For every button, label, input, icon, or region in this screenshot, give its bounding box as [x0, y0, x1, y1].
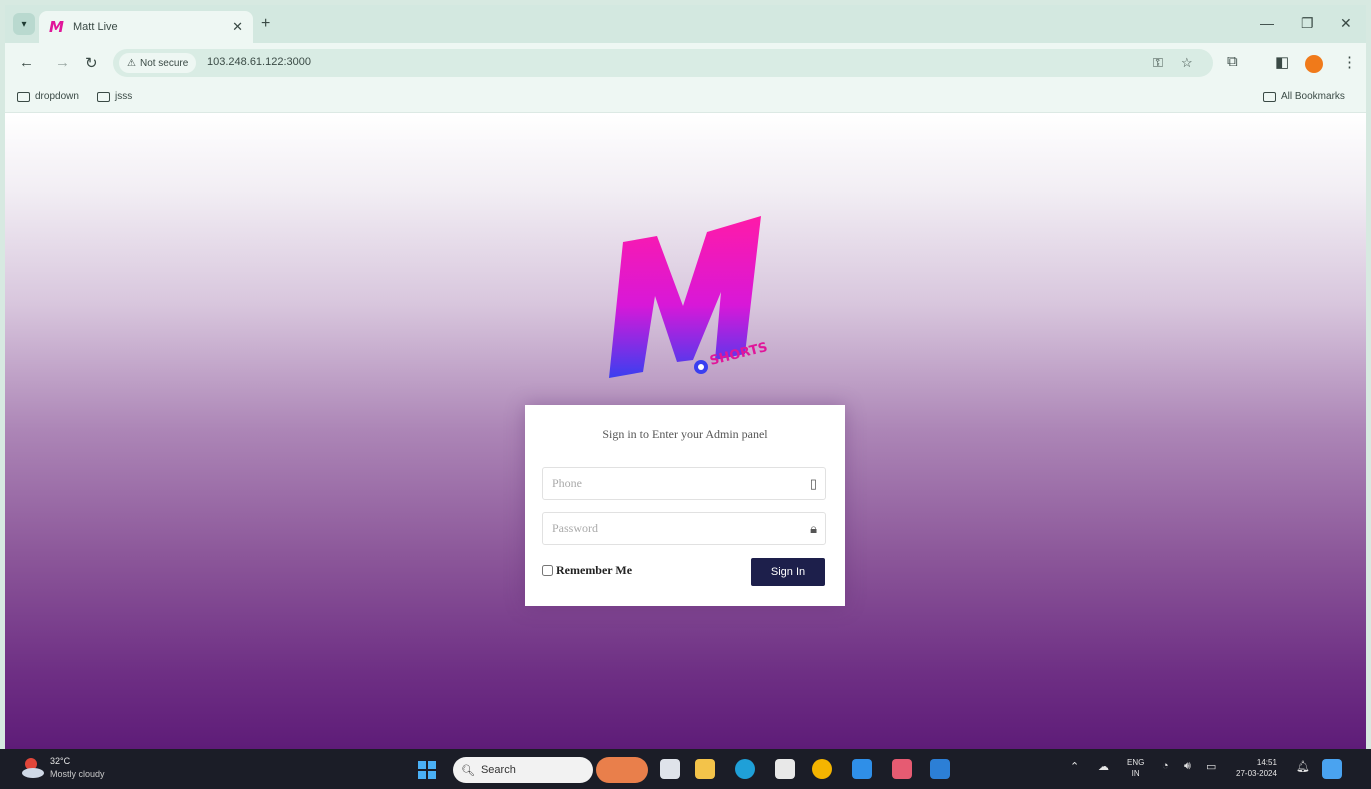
browser-window: ▾ M Matt Live ✕ + — ❐ ✕ ← → ↻ ⚠ Not secu… — [5, 5, 1366, 749]
browser-tab[interactable]: M Matt Live ✕ — [39, 11, 253, 43]
remember-me-checkbox[interactable] — [542, 565, 553, 576]
bookmark-label: jsss — [115, 91, 133, 102]
tab-search-icon[interactable]: ▾ — [13, 13, 35, 35]
weather-temperature[interactable]: 32°C — [50, 756, 70, 766]
tab-close-icon[interactable]: ✕ — [232, 19, 243, 35]
back-icon[interactable]: ← — [19, 54, 34, 71]
weather-description[interactable]: Mostly cloudy — [50, 769, 105, 779]
copilot-icon[interactable] — [1322, 759, 1342, 779]
clock-time: 14:51 — [1256, 758, 1277, 767]
folder-icon — [97, 91, 110, 102]
remember-me[interactable]: Remember Me — [542, 563, 632, 578]
warning-icon: ⚠ — [127, 57, 136, 69]
taskbar-search[interactable]: 🔍︎ Search — [453, 757, 593, 783]
phone-field[interactable]: ▯ — [542, 467, 826, 500]
start-windows-icon[interactable] — [418, 761, 436, 779]
language-indicator[interactable]: ENG IN — [1127, 757, 1144, 779]
security-chip[interactable]: ⚠ Not secure — [119, 53, 197, 73]
close-window-icon[interactable]: ✕ — [1340, 15, 1352, 32]
clock[interactable]: 14:51 27-03-2024 — [1236, 757, 1277, 779]
sign-in-button[interactable]: Sign In — [751, 558, 825, 586]
skype-icon[interactable] — [852, 759, 872, 779]
folder-icon — [17, 91, 30, 102]
new-tab-button[interactable]: + — [261, 15, 270, 33]
search-icon: 🔍︎ — [461, 764, 475, 777]
bookmark-folder-dropdown[interactable]: dropdown — [17, 91, 79, 102]
profile-avatar[interactable] — [1305, 55, 1323, 73]
all-bookmarks-button[interactable]: All Bookmarks — [1263, 91, 1345, 102]
clock-date: 27-03-2024 — [1236, 769, 1277, 778]
security-label: Not secure — [139, 57, 189, 69]
url-text[interactable]: 103.248.61.122:3000 — [207, 56, 311, 68]
lock-icon: 🔒︎ — [810, 521, 817, 536]
folder-icon — [1263, 91, 1276, 102]
m-shorts-logo: SHORTS — [609, 216, 769, 378]
login-title: Sign in to Enter your Admin panel — [602, 427, 768, 441]
wifi-icon[interactable]: ◔ — [1162, 760, 1169, 772]
bookmarks-bar: dropdown jsss All Bookmarks — [5, 83, 1366, 113]
login-card: Sign in to Enter your Admin panel ▯ 🔒︎ R… — [525, 405, 845, 606]
restore-icon[interactable]: ❐ — [1301, 15, 1314, 32]
taskbar: 32°C Mostly cloudy 🔍︎ Search ⌃ ☁ ENG IN … — [0, 749, 1371, 789]
tray-chevron-icon[interactable]: ⌃ — [1070, 760, 1079, 773]
chrome-icon[interactable] — [812, 759, 832, 779]
battery-icon[interactable]: ▭ — [1206, 760, 1216, 773]
forward-icon[interactable]: → — [55, 54, 70, 71]
page-content: SHORTS Sign in to Enter your Admin panel… — [5, 114, 1366, 749]
mobile-phone-icon: ▯ — [809, 476, 817, 491]
tray-cloud-icon[interactable]: ☁ — [1098, 760, 1109, 773]
store-icon[interactable] — [775, 759, 795, 779]
edge-icon[interactable] — [735, 759, 755, 779]
navigation-bar: ← → ↻ ⚠ Not secure 103.248.61.122:3000 ⚿… — [5, 43, 1366, 83]
taskbar-search-label: Search — [480, 764, 516, 776]
bookmark-folder-jsss[interactable]: jsss — [97, 91, 132, 102]
file-explorer-icon[interactable] — [695, 759, 715, 779]
search-highlight-art[interactable] — [596, 757, 648, 783]
remember-me-label: Remember Me — [556, 563, 633, 577]
app-icon[interactable] — [892, 759, 912, 779]
tab-title: Matt Live — [73, 21, 118, 33]
notification-bell-icon[interactable]: 🔔︎ — [1296, 760, 1310, 773]
lang-bottom: IN — [1131, 769, 1140, 778]
menu-icon[interactable]: ⋮ — [1342, 53, 1357, 71]
password-field[interactable]: 🔒︎ — [542, 512, 826, 545]
extensions-icon[interactable]: ⧉ — [1227, 53, 1238, 70]
vscode-icon[interactable] — [930, 759, 950, 779]
lang-top: ENG — [1127, 758, 1145, 767]
minimize-icon[interactable]: — — [1260, 15, 1274, 31]
address-bar[interactable]: ⚠ Not secure 103.248.61.122:3000 ⚿ ☆ — [113, 49, 1213, 77]
site-favicon-icon: M — [49, 18, 64, 36]
bookmark-label: dropdown — [35, 91, 79, 102]
task-view-icon[interactable] — [660, 759, 680, 779]
password-key-icon[interactable]: ⚿ — [1153, 55, 1163, 71]
all-bookmarks-label: All Bookmarks — [1281, 91, 1345, 102]
volume-icon[interactable]: 🔊︎ — [1184, 760, 1191, 773]
tab-strip: ▾ M Matt Live ✕ + — ❐ ✕ — [5, 5, 1366, 43]
bookmark-star-icon[interactable]: ☆ — [1181, 55, 1193, 71]
reload-icon[interactable]: ↻ — [85, 54, 98, 72]
side-panel-icon[interactable]: ◧ — [1275, 53, 1289, 71]
phone-input[interactable] — [543, 468, 783, 499]
password-input[interactable] — [543, 513, 783, 544]
weather-cloud-icon[interactable] — [20, 756, 46, 780]
